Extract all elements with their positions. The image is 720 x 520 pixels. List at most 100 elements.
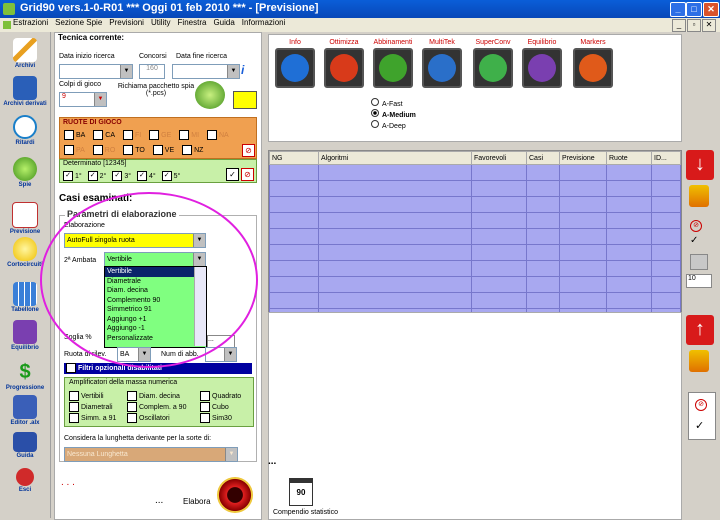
ambata-option[interactable]: Aggiungo +1: [105, 315, 206, 325]
ruota-checkbox[interactable]: [149, 130, 160, 140]
data-inizio-field[interactable]: ▼: [59, 64, 133, 79]
superconv-button[interactable]: SuperConv: [473, 39, 513, 88]
menu-sezione-spie[interactable]: Sezione Spie: [55, 18, 102, 27]
clear-icon[interactable]: ⊘: [695, 399, 707, 411]
spin-field[interactable]: 10: [686, 274, 712, 288]
info-icon[interactable]: i: [241, 63, 244, 77]
minimize-button[interactable]: _: [670, 2, 686, 17]
mdi-close-button[interactable]: ✕: [702, 19, 716, 32]
ampl-oscillatori[interactable]: Oscillatori: [127, 413, 170, 423]
filtri-bar[interactable]: Filtri opzionali disabilitati: [64, 363, 252, 374]
ruota-checkbox[interactable]: [93, 130, 104, 140]
table-row[interactable]: [269, 260, 681, 277]
menu-finestra[interactable]: Finestra: [178, 18, 207, 27]
toolbar-guida[interactable]: Guida: [0, 432, 50, 459]
col-favorevoli[interactable]: Favorevoli: [471, 151, 527, 165]
toolbar-spie[interactable]: Spie: [0, 157, 50, 188]
check-icon[interactable]: ✓: [695, 419, 704, 432]
concorsi-field[interactable]: 160: [139, 64, 165, 79]
ampl-sim30[interactable]: Sim30: [200, 413, 232, 423]
determinato-checkbox[interactable]: ✓: [136, 171, 147, 181]
ampl-quadrato[interactable]: Quadrato: [200, 391, 241, 401]
radio-circle[interactable]: [371, 98, 379, 106]
table-row[interactable]: [269, 212, 681, 229]
ampl-cubo[interactable]: Cubo: [200, 402, 229, 412]
ruota-checkbox[interactable]: [206, 130, 217, 140]
toolbar-esci[interactable]: Esci: [0, 468, 50, 493]
arrow-down-button[interactable]: ↓: [686, 150, 714, 180]
toolbar-editor-alx[interactable]: Editor .alx: [0, 395, 50, 426]
col-previsione[interactable]: Previsione: [559, 151, 607, 165]
toolbar-cortocircuiti[interactable]: Cortocircuiti: [0, 237, 50, 268]
printer-icon[interactable]: [690, 254, 708, 270]
lunghetta-select[interactable]: Nessuna Lunghetta ▼: [64, 447, 238, 462]
col-ng[interactable]: NG: [269, 151, 319, 165]
radio-circle[interactable]: [371, 120, 379, 128]
ruota-checkbox[interactable]: [123, 145, 134, 155]
ambata-option[interactable]: Aggiungo -1: [105, 324, 206, 334]
ampl-complem-90[interactable]: Complem. a 90: [127, 402, 186, 412]
info-button[interactable]: Info: [275, 39, 315, 88]
mdi-min-button[interactable]: _: [672, 19, 686, 32]
ambata-option[interactable]: Diam. decina: [105, 286, 206, 296]
ambata-select[interactable]: Vertibile ▼: [104, 252, 206, 267]
toolbar-archivi[interactable]: Archivi: [0, 38, 50, 69]
results-grid[interactable]: NG Algoritmi Favorevoli Casi Previsione …: [269, 151, 681, 325]
clear-ruote-icon[interactable]: ⊘: [242, 144, 255, 157]
col-algoritmi[interactable]: Algoritmi: [318, 151, 472, 165]
toolbar-previsione[interactable]: Previsione: [0, 202, 50, 235]
col-id[interactable]: ID...: [651, 151, 681, 165]
elabora-button[interactable]: [217, 477, 253, 513]
toolbar-equilibrio[interactable]: Equilibrio: [0, 320, 50, 351]
radio-circle-selected[interactable]: [371, 109, 379, 117]
determinato-checkbox[interactable]: ✓: [112, 171, 123, 181]
menu-informazioni[interactable]: Informazioni: [242, 18, 286, 27]
check-icon[interactable]: ✓: [690, 235, 698, 246]
elaborazione-select[interactable]: AutoFull singola ruota ▼: [64, 233, 206, 248]
bucket-icon[interactable]: [689, 185, 709, 207]
ruota-checkbox[interactable]: [122, 130, 133, 140]
calendar-icon[interactable]: 90: [289, 478, 313, 506]
table-row[interactable]: [269, 276, 681, 293]
ruota-checkbox[interactable]: [64, 145, 74, 155]
check-all-icon[interactable]: ✓: [226, 168, 239, 181]
col-ruote[interactable]: Ruote: [606, 151, 652, 165]
table-row[interactable]: [269, 228, 681, 245]
equilibrio-button[interactable]: Equilibrio: [522, 39, 562, 88]
mdi-max-button[interactable]: ▫: [687, 19, 701, 32]
filtri-checkbox[interactable]: [66, 363, 76, 373]
ruota-checkbox[interactable]: [92, 145, 103, 155]
ottimizza-button[interactable]: Ottimizza: [324, 39, 364, 88]
determinato-checkbox[interactable]: ✓: [87, 171, 98, 181]
ambata-option[interactable]: Simmetrico 91: [105, 305, 206, 315]
spy-light-icon[interactable]: [195, 81, 225, 109]
colpi-field[interactable]: 9 ▼: [59, 92, 107, 107]
options-scrollbar[interactable]: [194, 267, 206, 346]
radio-a-deep[interactable]: A-Deep: [371, 120, 406, 130]
ambata-option[interactable]: Complemento 90: [105, 296, 206, 306]
toolbar-tabellone[interactable]: Tabellone: [0, 282, 50, 313]
toolbar-progressione[interactable]: $ Progressione: [0, 360, 50, 391]
data-fine-field[interactable]: ▼: [172, 64, 240, 79]
ambata-option[interactable]: Vertibile: [105, 267, 206, 277]
table-row[interactable]: [269, 244, 681, 261]
bucket-icon[interactable]: [689, 350, 709, 372]
menu-previsioni[interactable]: Previsioni: [109, 18, 144, 27]
ampl-diam-decina[interactable]: Diam. decina: [127, 391, 180, 401]
ambata-option[interactable]: Personalizzate: [105, 334, 206, 344]
ampl-simm-91[interactable]: Simm. a 91: [69, 413, 116, 423]
table-row[interactable]: [269, 292, 681, 309]
table-row[interactable]: [269, 196, 681, 213]
ampl-diametrali[interactable]: Diametrali: [69, 402, 113, 412]
clear-determinato-icon[interactable]: ⊘: [241, 168, 254, 181]
abbinamenti-button[interactable]: Abbinamenti: [373, 39, 413, 88]
close-button[interactable]: ✕: [703, 2, 719, 17]
ruota-checkbox[interactable]: [64, 130, 74, 140]
determinato-checkbox[interactable]: ✓: [161, 171, 172, 181]
ampl-vertibili[interactable]: Vertibili: [69, 391, 104, 401]
col-casi[interactable]: Casi: [526, 151, 560, 165]
menu-utility[interactable]: Utility: [151, 18, 171, 27]
ruota-checkbox[interactable]: [182, 145, 193, 155]
radio-a-fast[interactable]: A-Fast: [371, 98, 403, 108]
table-row[interactable]: [269, 180, 681, 197]
